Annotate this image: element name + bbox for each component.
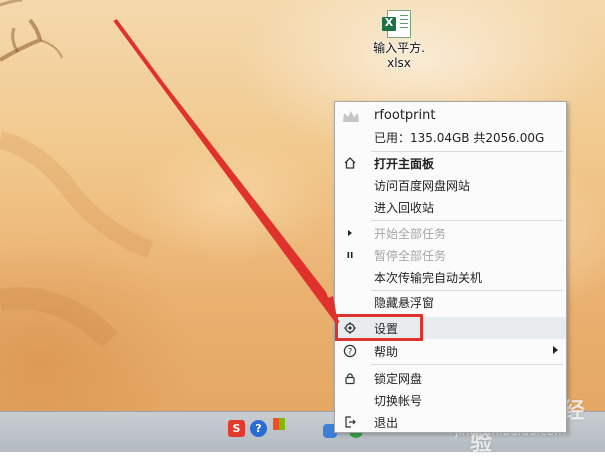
lock-icon xyxy=(345,373,355,385)
netdisk-context-menu: rfootprint 已用：135.04GB 共2056.00G 打开主面板 访… xyxy=(334,101,567,433)
desktop-file-label-line1: 输入平方. xyxy=(373,41,425,55)
account-username: rfootprint xyxy=(374,108,436,123)
settings-highlight-box xyxy=(335,314,423,341)
pause-icon xyxy=(347,252,353,258)
help-circle-icon[interactable]: ? xyxy=(250,420,267,437)
menu-item-lock[interactable]: 锁定网盘 xyxy=(335,367,566,389)
menu-item-help[interactable]: ? 帮助 xyxy=(335,340,566,362)
svg-text:?: ? xyxy=(348,347,353,357)
home-icon xyxy=(344,157,356,169)
exit-icon xyxy=(345,416,356,428)
menu-item-recycle-bin[interactable]: 进入回收站 xyxy=(335,196,566,218)
menu-separator xyxy=(371,220,563,221)
menu-item-open-main-panel[interactable]: 打开主面板 xyxy=(335,152,566,174)
play-icon xyxy=(348,230,352,236)
help-icon: ? xyxy=(343,344,357,357)
windows-flag-icon[interactable] xyxy=(273,418,285,430)
menu-separator xyxy=(371,364,563,365)
menu-item-hide-float-window[interactable]: 隐藏悬浮窗 xyxy=(335,291,566,313)
desktop-file-icon[interactable]: X 输入平方. xlsx xyxy=(364,10,434,71)
menu-item-visit-website[interactable]: 访问百度网盘网站 xyxy=(335,174,566,196)
submenu-arrow-icon xyxy=(553,346,558,354)
menu-item-pause-all: 暂停全部任务 xyxy=(335,244,566,266)
storage-usage: 已用：135.04GB 共2056.00G xyxy=(374,131,545,145)
menu-item-auto-shutdown[interactable]: 本次传输完自动关机 xyxy=(335,266,566,288)
sogou-s-icon[interactable]: S xyxy=(228,420,245,437)
excel-file-icon: X xyxy=(382,10,411,38)
crown-icon xyxy=(343,111,359,122)
menu-item-start-all: 开始全部任务 xyxy=(335,222,566,244)
menu-item-exit[interactable]: 退出 xyxy=(335,411,566,433)
desktop-file-label-line2: xlsx xyxy=(387,56,411,70)
menu-item-switch-account[interactable]: 切换帐号 xyxy=(335,389,566,411)
